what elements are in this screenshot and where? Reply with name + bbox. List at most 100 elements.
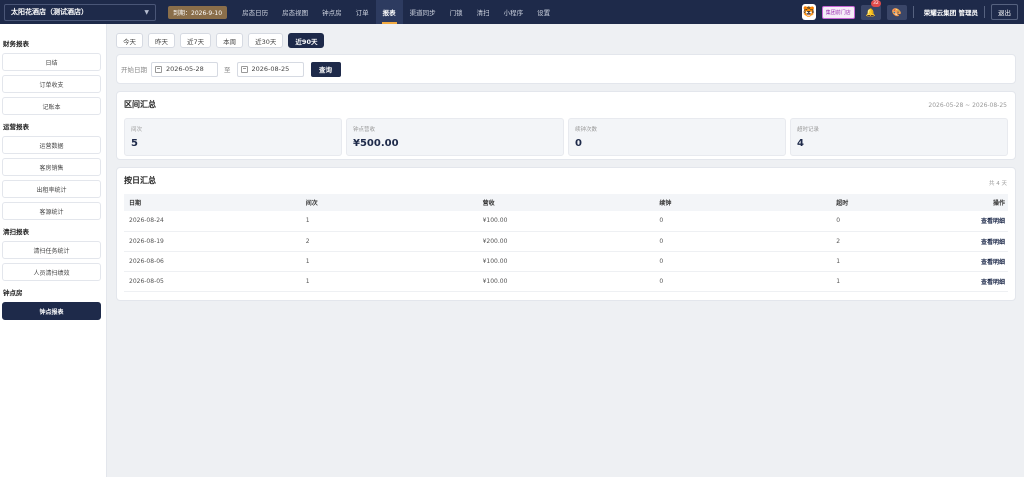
hotel-selector[interactable]: 太阳花酒店（测试酒店） ▼ <box>4 3 156 21</box>
column-header: 超时 <box>831 194 964 211</box>
column-header: 间次 <box>300 194 478 211</box>
daily-total: 共 4 天 <box>989 181 1007 187</box>
nav-item-2[interactable]: 钟点房 <box>315 0 349 24</box>
summary-stats: 间次 5 钟点营收 ¥500.00 续钟次数 0 超时记录 4 <box>124 118 1008 156</box>
daily-card: 按日汇总 共 4 天 日期 间次 营收 续钟 超时 操作 2026-08-24 1 ¥100.… <box>116 167 1016 301</box>
user-name[interactable]: 荣耀云集团 管理员 <box>920 7 978 17</box>
column-header: 日期 <box>124 194 301 211</box>
end-date-value: 2026-08-25 <box>251 65 290 73</box>
period-tab[interactable]: 近90天 <box>288 33 325 48</box>
table-cell: ¥100.00 <box>477 211 655 232</box>
sidebar-item[interactable]: 钟点报表 <box>2 302 101 320</box>
sidebar-group: 财务报表 日结 订单收支 记账本 <box>0 38 106 115</box>
nav-item-0[interactable]: 房态日历 <box>235 0 275 24</box>
table-cell: 2 <box>831 231 964 252</box>
table-cell: ¥100.00 <box>477 251 655 272</box>
table-cell: 0 <box>831 211 964 232</box>
sidebar-item[interactable]: 客源统计 <box>2 202 101 220</box>
stat-value: 0 <box>575 138 582 149</box>
calendar-icon <box>155 65 162 73</box>
stat-card: 续钟次数 0 <box>568 118 786 156</box>
start-date-input[interactable]: 2026-05-28 <box>151 61 218 77</box>
hotel-name: 太阳花酒店（测试酒店） <box>11 8 88 16</box>
table-row: 2026-08-06 1 ¥100.00 0 1 查看明细 <box>124 251 1008 272</box>
divider <box>984 6 985 18</box>
sidebar-group-title: 运营报表 <box>3 123 29 131</box>
sidebar-item[interactable]: 人员清扫绩效 <box>2 263 101 281</box>
summary-title: 区间汇总 <box>124 100 156 109</box>
table-cell: 2026-08-19 <box>124 231 301 252</box>
period-tab[interactable]: 近30天 <box>248 33 284 48</box>
stat-value: ¥500.00 <box>353 138 399 149</box>
sidebar-item[interactable]: 客房销售 <box>2 158 101 176</box>
period-tab[interactable]: 今天 <box>116 33 143 48</box>
period-tab[interactable]: 近7天 <box>180 33 212 48</box>
table-cell: 2026-08-24 <box>124 211 301 232</box>
table-cell: 2 <box>300 231 478 252</box>
bell-icon: 🔔 <box>865 7 876 17</box>
table-cell: 2026-08-05 <box>124 271 301 292</box>
table-body: 2026-08-24 1 ¥100.00 0 0 查看明细 2026-08-19 2 ¥200.… <box>124 211 1008 292</box>
table-cell: 1 <box>300 271 478 292</box>
period-tab[interactable]: 本周 <box>216 33 244 48</box>
logout-button[interactable]: 退出 <box>991 4 1018 20</box>
column-header: 操作 <box>963 194 1008 211</box>
table-cell: ¥200.00 <box>477 231 655 252</box>
query-button[interactable]: 查询 <box>310 61 341 77</box>
daily-title: 按日汇总 <box>124 176 156 185</box>
notification-button[interactable]: 🔔 32 <box>860 0 881 20</box>
table-cell: 0 <box>654 251 832 272</box>
top-bar: 太阳花酒店（测试酒店） ▼ 到期：2026-9-10 房态日历 房态视图 钟点房 订单… <box>0 0 1024 24</box>
notification-count: 32 <box>871 0 881 7</box>
sidebar-item[interactable]: 运营数据 <box>2 136 101 154</box>
divider <box>912 6 914 18</box>
table-header-row: 日期 间次 营收 续钟 超时 操作 <box>124 194 1008 211</box>
view-detail-link[interactable]: 查看明细 <box>963 211 1008 232</box>
nav-item-7[interactable]: 清扫 <box>470 0 497 24</box>
nav-item-5[interactable]: 渠道同步 <box>403 0 443 24</box>
view-detail-link[interactable]: 查看明细 <box>963 251 1008 272</box>
period-tabs: 今天 昨天 近7天 本周 近30天 近90天 <box>116 33 1016 48</box>
palette-icon: 🎨 <box>891 7 902 17</box>
nav-item-9[interactable]: 设置 <box>530 0 557 24</box>
view-detail-link[interactable]: 查看明细 <box>963 231 1008 252</box>
sidebar-item[interactable]: 日结 <box>2 53 101 71</box>
nav-item-4[interactable]: 报表 <box>375 0 403 24</box>
stat-card: 钟点营收 ¥500.00 <box>346 118 564 156</box>
table-row: 2026-08-19 2 ¥200.00 0 2 查看明细 <box>124 231 1008 252</box>
nav-item-8[interactable]: 小程序 <box>497 0 531 24</box>
to-label: 至 <box>224 66 231 74</box>
table-cell: ¥100.00 <box>477 271 655 292</box>
sidebar-item[interactable]: 出租率统计 <box>2 180 101 198</box>
view-detail-link[interactable]: 查看明细 <box>963 271 1008 292</box>
caret-down-icon: ▼ <box>144 8 149 16</box>
theme-button[interactable]: 🎨 <box>886 4 907 20</box>
sidebar-item[interactable]: 订单收支 <box>2 75 101 93</box>
table-cell: 2026-08-06 <box>124 251 301 272</box>
stat-label: 超时记录 <box>797 127 820 133</box>
summary-range: 2026-05-28 ~ 2026-08-25 <box>928 102 1007 109</box>
stat-value: 4 <box>797 138 804 149</box>
table-cell: 1 <box>300 211 478 232</box>
sidebar-item[interactable]: 记账本 <box>2 97 101 115</box>
sidebar-group: 清扫报表 清扫任务统计 人员清扫绩效 <box>0 226 106 281</box>
group-store-tag[interactable]: 集团前门店 <box>821 5 855 19</box>
summary-card: 区间汇总 2026-05-28 ~ 2026-08-25 间次 5 钟点营收 ¥500… <box>116 91 1016 160</box>
expire-badge: 到期：2026-9-10 <box>168 5 228 19</box>
nav-item-1[interactable]: 房态视图 <box>275 0 315 24</box>
stat-label: 间次 <box>131 127 143 133</box>
table-cell: 0 <box>654 211 832 232</box>
table-cell: 0 <box>654 271 832 292</box>
column-header: 营收 <box>477 194 655 211</box>
sidebar-group: 钟点房 钟点报表 <box>0 287 106 320</box>
table-row: 2026-08-24 1 ¥100.00 0 0 查看明细 <box>124 211 1008 232</box>
sidebar-item[interactable]: 清扫任务统计 <box>2 241 101 259</box>
end-date-input[interactable]: 2026-08-25 <box>236 61 304 77</box>
tiger-avatar-icon[interactable]: 🐯 <box>801 4 816 20</box>
sidebar-group-title: 钟点房 <box>3 289 23 297</box>
period-tab[interactable]: 昨天 <box>148 33 175 48</box>
nav-item-3[interactable]: 订单 <box>349 0 376 24</box>
stat-card: 间次 5 <box>124 118 342 156</box>
nav-item-6[interactable]: 门锁 <box>443 0 470 24</box>
stat-card: 超时记录 4 <box>790 118 1008 156</box>
